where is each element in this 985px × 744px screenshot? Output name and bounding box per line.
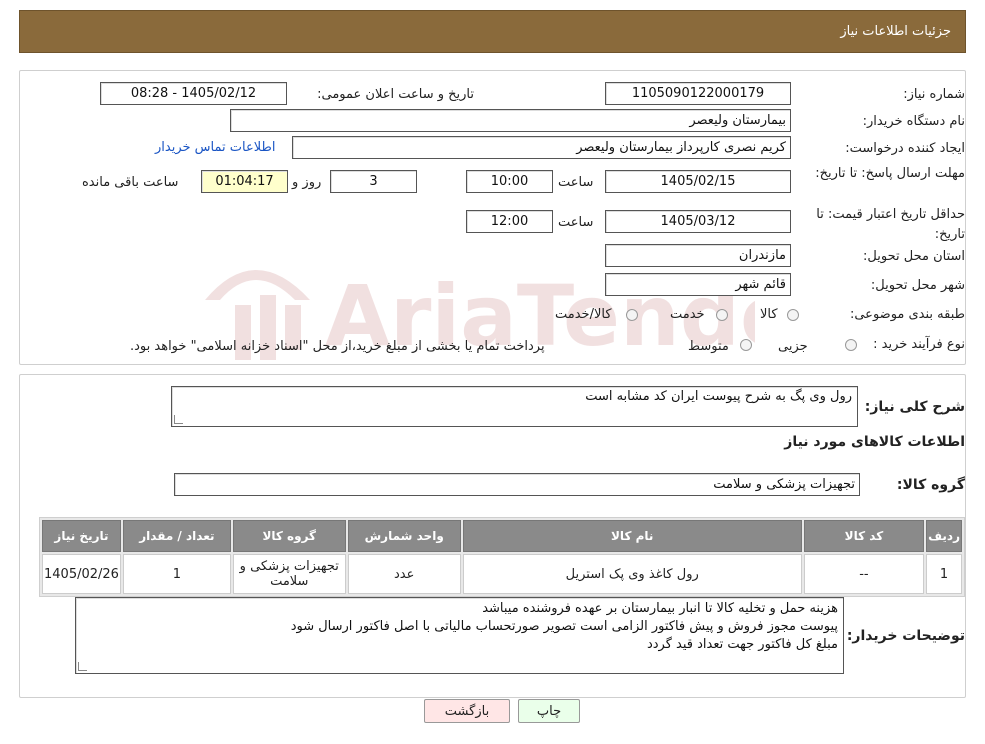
- process-note: پرداخت تمام یا بخشی از مبلغ خرید،از محل …: [130, 339, 545, 354]
- group-label: گروه کالا:: [896, 477, 965, 493]
- validity-time-label: ساعت: [558, 215, 594, 230]
- cell-date: 1405/02/26: [42, 554, 121, 594]
- need-number-label: شماره نیاز:: [903, 87, 965, 102]
- category-radio-goods[interactable]: [787, 309, 799, 321]
- city-label: شهر محل تحویل:: [870, 278, 965, 293]
- process-radio-medium[interactable]: [740, 339, 752, 351]
- cell-row: 1: [926, 554, 962, 594]
- validity-label: حداقل تاریخ اعتبار قیمت: تا تاریخ:: [816, 207, 965, 242]
- province-field: مازندران: [605, 244, 791, 267]
- resize-grip-icon[interactable]: [174, 415, 183, 424]
- province-label: استان محل تحویل:: [863, 249, 965, 264]
- deadline-time-field: 10:00: [466, 170, 553, 193]
- remaining-time-field: 01:04:17: [201, 170, 288, 193]
- process-option-minor: جزیی: [778, 339, 808, 354]
- notes-label: توضیحات خریدار:: [846, 628, 965, 644]
- col-date: تاریخ نیاز: [42, 520, 121, 552]
- table-row: 1 -- رول کاغذ وی پک استریل عدد تجهیزات پ…: [42, 554, 962, 594]
- notes-line-3: مبلغ کل فاکتور جهت تعداد قید گردد: [646, 637, 838, 652]
- city-field: قائم شهر: [605, 273, 791, 296]
- page-header: جزئیات اطلاعات نیاز: [19, 10, 966, 53]
- category-option-service: خدمت: [670, 307, 705, 322]
- table-header-row: ردیف کد کالا نام کالا واحد شمارش گروه کا…: [42, 520, 962, 552]
- col-unit: واحد شمارش: [347, 520, 461, 552]
- buyer-org-field: بیمارستان ولیعصر: [230, 109, 791, 132]
- category-radio-goods-service[interactable]: [626, 309, 638, 321]
- buyer-contact-link[interactable]: اطلاعات تماس خریدار: [155, 140, 275, 155]
- back-button[interactable]: بازگشت: [424, 699, 510, 723]
- group-field: تجهیزات پزشکی و سلامت: [174, 473, 860, 496]
- process-radio-minor[interactable]: [845, 339, 857, 351]
- col-code: کد کالا: [803, 520, 925, 552]
- deadline-label: مهلت ارسال پاسخ: تا تاریخ:: [815, 166, 965, 181]
- requester-label: ایجاد کننده درخواست:: [845, 141, 965, 156]
- category-label: طبقه بندی موضوعی:: [849, 307, 965, 322]
- summary-textarea[interactable]: رول وی پگ به شرح پیوست ایران کد مشابه اس…: [171, 386, 858, 427]
- items-table: ردیف کد کالا نام کالا واحد شمارش گروه کا…: [39, 517, 965, 597]
- col-row: ردیف: [926, 520, 962, 552]
- goods-section-title: اطلاعات کالاهای مورد نیاز: [784, 434, 965, 450]
- cell-code: --: [803, 554, 925, 594]
- col-name: نام کالا: [462, 520, 802, 552]
- print-button[interactable]: چاپ: [518, 699, 580, 723]
- deadline-date-field: 1405/02/15: [605, 170, 791, 193]
- validity-date-field: 1405/03/12: [605, 210, 791, 233]
- summary-label: شرح کلی نیاز:: [864, 399, 965, 415]
- process-option-medium: متوسط: [688, 339, 729, 354]
- process-label: نوع فرآیند خرید :: [873, 337, 965, 352]
- notes-textarea[interactable]: هزینه حمل و تخلیه کالا تا انبار بیمارستا…: [75, 597, 844, 674]
- cell-group: تجهیزات پزشکی و سلامت: [232, 554, 346, 594]
- page-title: جزئیات اطلاعات نیاز: [840, 24, 951, 39]
- notes-line-1: هزینه حمل و تخلیه کالا تا انبار بیمارستا…: [482, 601, 838, 616]
- col-group: گروه کالا: [232, 520, 346, 552]
- notes-line-2: پیوست مجوز فروش و پیش فاکتور الزامی است …: [290, 619, 838, 634]
- requester-field: کریم نصری کارپرداز بیمارستان ولیعصر: [292, 136, 791, 159]
- need-number-field: 1105090122000179: [605, 82, 791, 105]
- summary-text: رول وی پگ به شرح پیوست ایران کد مشابه اس…: [585, 389, 852, 404]
- days-field: 3: [330, 170, 417, 193]
- deadline-time-label: ساعت: [558, 175, 594, 190]
- category-option-goods: کالا: [760, 307, 778, 322]
- validity-time-field: 12:00: [466, 210, 553, 233]
- days-label: روز و: [292, 175, 322, 190]
- resize-grip-icon[interactable]: [78, 662, 87, 671]
- cell-unit: عدد: [347, 554, 461, 594]
- remaining-time-label: ساعت باقی مانده: [82, 175, 179, 190]
- cell-name: رول کاغذ وی پک استریل: [462, 554, 802, 594]
- cell-qty: 1: [122, 554, 231, 594]
- announce-field: 1405/02/12 - 08:28: [100, 82, 287, 105]
- category-radio-service[interactable]: [716, 309, 728, 321]
- buyer-org-label: نام دستگاه خریدار:: [862, 114, 965, 129]
- announce-label: تاریخ و ساعت اعلان عمومی:: [317, 87, 474, 102]
- col-qty: تعداد / مقدار: [122, 520, 231, 552]
- category-option-goods-service: کالا/خدمت: [555, 307, 612, 322]
